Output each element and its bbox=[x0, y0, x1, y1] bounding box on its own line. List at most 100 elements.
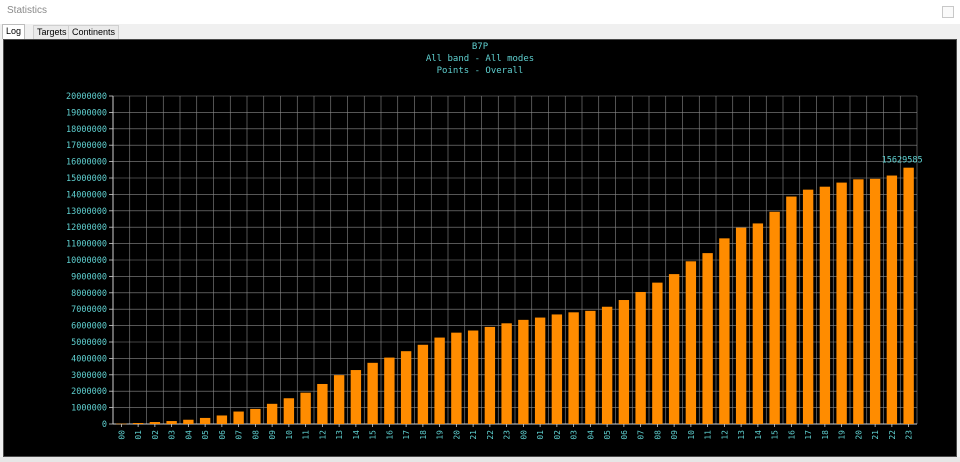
bar bbox=[434, 337, 445, 424]
bar bbox=[534, 317, 546, 424]
x-tick-label: 09 bbox=[670, 430, 679, 440]
y-tick-label: 14000000 bbox=[66, 190, 107, 200]
y-tick-label: 18000000 bbox=[66, 125, 107, 135]
bar bbox=[903, 167, 914, 424]
data-label-last: 15629585 bbox=[882, 156, 923, 166]
bar bbox=[484, 326, 496, 424]
y-tick-label: 6000000 bbox=[71, 322, 107, 332]
x-tick-label: 06 bbox=[620, 430, 629, 440]
x-tick-label: 05 bbox=[201, 430, 210, 440]
x-tick-label: 04 bbox=[184, 430, 193, 440]
bar bbox=[417, 344, 429, 424]
tab-bar: Log Targets Continents bbox=[0, 24, 960, 39]
x-tick-label: 04 bbox=[586, 430, 595, 440]
x-tick-label: 07 bbox=[235, 430, 244, 440]
x-tick-label: 15 bbox=[771, 430, 780, 440]
close-button[interactable] bbox=[942, 6, 954, 18]
bar bbox=[719, 238, 730, 424]
x-tick-label: 19 bbox=[838, 430, 847, 440]
y-tick-label: 8000000 bbox=[71, 289, 107, 299]
bar bbox=[400, 351, 412, 424]
bar bbox=[199, 417, 211, 424]
bar bbox=[216, 415, 228, 424]
bar bbox=[568, 312, 579, 424]
x-tick-label: 13 bbox=[737, 430, 746, 440]
bar bbox=[668, 274, 680, 424]
x-tick-label: 03 bbox=[168, 430, 177, 440]
x-tick-label: 11 bbox=[302, 430, 311, 440]
y-tick-label: 17000000 bbox=[66, 141, 107, 151]
tab-continents[interactable]: Continents bbox=[68, 25, 120, 39]
bar bbox=[853, 179, 864, 424]
bar bbox=[300, 392, 311, 424]
bar bbox=[250, 408, 261, 424]
bar bbox=[501, 323, 512, 424]
bar bbox=[384, 357, 395, 424]
y-tick-label: 20000000 bbox=[66, 92, 107, 102]
bar bbox=[869, 178, 881, 424]
x-tick-label: 21 bbox=[469, 430, 478, 440]
bar bbox=[183, 419, 194, 424]
tab-targets[interactable]: Targets bbox=[33, 25, 71, 39]
bar bbox=[518, 319, 529, 424]
x-tick-label: 05 bbox=[603, 430, 612, 440]
y-tick-label: 10000000 bbox=[66, 256, 107, 266]
x-tick-label: 07 bbox=[637, 430, 646, 440]
x-tick-label: 10 bbox=[687, 430, 696, 440]
x-tick-label: 10 bbox=[285, 430, 294, 440]
x-tick-label: 12 bbox=[720, 430, 729, 440]
tab-log[interactable]: Log bbox=[2, 24, 26, 39]
bar bbox=[350, 370, 362, 424]
x-tick-label: 17 bbox=[402, 430, 411, 440]
y-tick-label: 12000000 bbox=[66, 223, 107, 233]
x-tick-label: 15 bbox=[369, 430, 378, 440]
bar bbox=[166, 421, 177, 424]
x-tick-label: 02 bbox=[151, 430, 160, 440]
chart-panel: B7P All band - All modes Points - Overal… bbox=[3, 39, 957, 457]
bar bbox=[451, 332, 462, 424]
bar bbox=[702, 253, 713, 424]
x-tick-label: 01 bbox=[134, 430, 143, 440]
bar bbox=[786, 196, 797, 424]
bar bbox=[132, 423, 144, 424]
x-tick-label: 14 bbox=[352, 430, 361, 440]
y-tick-label: 3000000 bbox=[71, 371, 107, 381]
bar bbox=[635, 291, 646, 424]
bar bbox=[735, 227, 747, 424]
y-tick-label: 0 bbox=[102, 420, 107, 430]
window-bottom-edge bbox=[0, 457, 960, 462]
x-tick-label: 22 bbox=[888, 430, 897, 440]
bar bbox=[752, 223, 764, 424]
bar bbox=[333, 375, 345, 424]
x-tick-label: 01 bbox=[536, 430, 545, 440]
y-tick-label: 11000000 bbox=[66, 240, 107, 250]
x-tick-label: 17 bbox=[804, 430, 813, 440]
bar bbox=[652, 282, 663, 424]
bar bbox=[266, 403, 278, 424]
bar bbox=[367, 362, 378, 424]
y-tick-label: 19000000 bbox=[66, 108, 107, 118]
x-tick-label: 11 bbox=[704, 430, 713, 440]
bar bbox=[802, 189, 814, 424]
x-tick-label: 03 bbox=[570, 430, 579, 440]
x-tick-label: 14 bbox=[754, 430, 763, 440]
x-tick-label: 20 bbox=[854, 430, 863, 440]
bar bbox=[769, 211, 780, 424]
x-tick-label: 21 bbox=[871, 430, 880, 440]
x-tick-label: 09 bbox=[268, 430, 277, 440]
x-tick-label: 16 bbox=[385, 430, 394, 440]
bar bbox=[886, 175, 898, 424]
x-tick-label: 20 bbox=[452, 430, 461, 440]
y-tick-label: 4000000 bbox=[71, 354, 107, 364]
x-tick-label: 02 bbox=[553, 430, 562, 440]
x-tick-label: 08 bbox=[653, 430, 662, 440]
x-tick-label: 16 bbox=[787, 430, 796, 440]
y-tick-label: 9000000 bbox=[71, 272, 107, 282]
bar bbox=[601, 306, 613, 424]
x-tick-label: 12 bbox=[318, 430, 327, 440]
bar bbox=[317, 383, 328, 424]
y-tick-label: 5000000 bbox=[71, 338, 107, 348]
x-tick-label: 23 bbox=[503, 430, 512, 440]
x-tick-label: 00 bbox=[117, 430, 126, 440]
x-tick-label: 08 bbox=[251, 430, 260, 440]
